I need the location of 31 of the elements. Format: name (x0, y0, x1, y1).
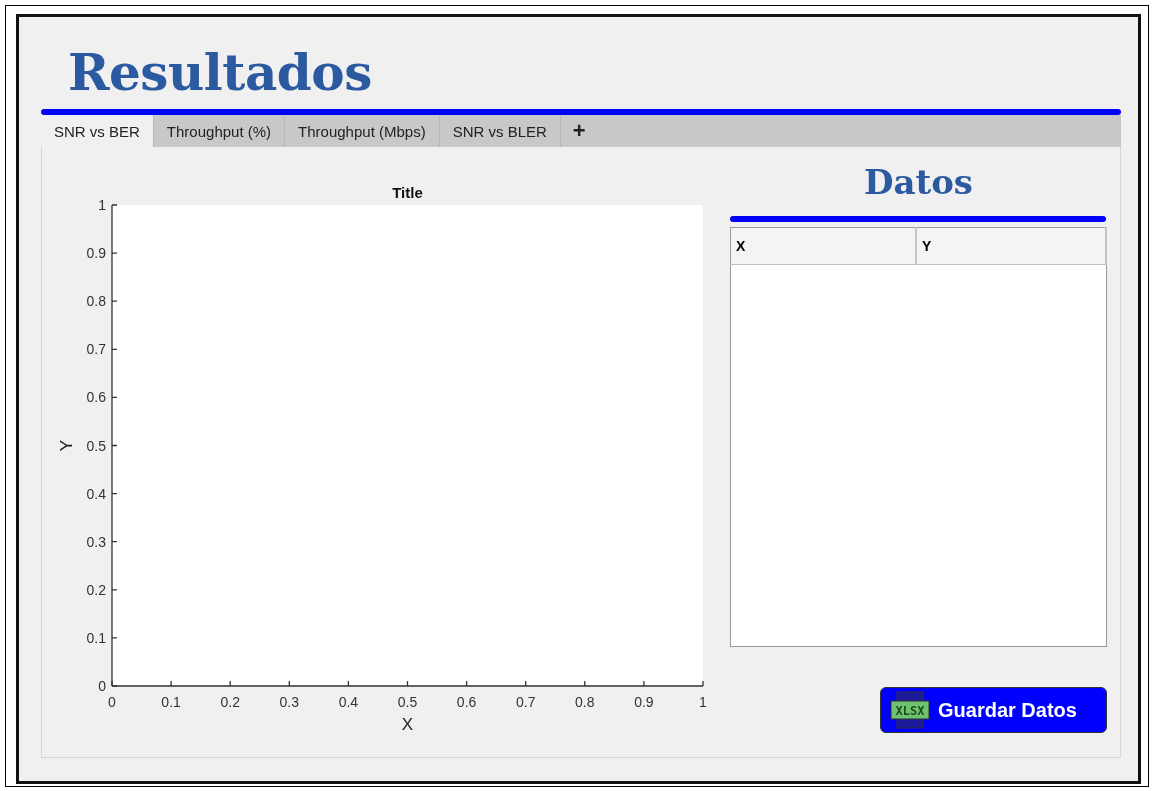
chart-title: Title (392, 184, 423, 201)
save-button[interactable]: XLSX Guardar Datos (880, 687, 1107, 733)
column-header[interactable]: X (730, 227, 916, 265)
tick-label: 0.7 (515, 694, 536, 710)
tick-label: 0.8 (86, 293, 106, 310)
tick-label: 0.7 (86, 341, 106, 358)
tick-label: 0 (108, 694, 116, 710)
tick-label: 0.3 (279, 694, 300, 710)
tab[interactable]: SNR vs BER (41, 115, 154, 147)
axis-label: X (401, 715, 414, 734)
tick-label: 0.5 (397, 694, 418, 710)
tick-label: 0.4 (86, 485, 106, 502)
tick-label: 0.1 (161, 694, 181, 710)
tick-label: 0.9 (634, 694, 654, 710)
tick-label: 1 (98, 197, 106, 213)
tick-label: 0.5 (86, 437, 106, 454)
tick-label: 0.3 (86, 533, 106, 550)
section-title: Datos (862, 162, 974, 202)
tick-label: 0.6 (456, 694, 477, 710)
tick-label: 0.9 (86, 245, 106, 262)
tick-label: 0.1 (86, 629, 106, 646)
tick-label: 0.6 (86, 389, 106, 406)
tick-label: 0.8 (575, 694, 595, 710)
tick-label: 0.2 (86, 581, 106, 598)
tick-label: 0.2 (220, 694, 240, 710)
tick-label: 0 (98, 678, 106, 694)
tick-label: 0.4 (338, 694, 359, 710)
column-header[interactable]: Y (916, 227, 1106, 265)
page-title: Resultados (67, 42, 373, 95)
axis-label: Y (57, 439, 76, 452)
tick-label: 1 (699, 694, 707, 710)
